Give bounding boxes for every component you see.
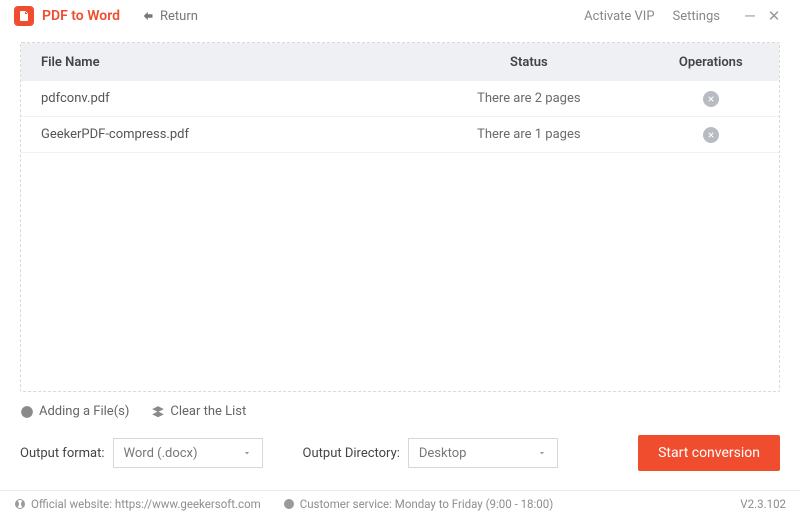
file-status: There are 1 pages — [415, 127, 642, 142]
chevron-down-icon — [242, 448, 252, 458]
close-button[interactable]: ✕ — [762, 7, 786, 25]
settings-link[interactable]: Settings — [673, 9, 720, 24]
file-status: There are 2 pages — [415, 91, 642, 106]
file-name: pdfconv.pdf — [21, 91, 415, 106]
activate-vip-link[interactable]: Activate VIP — [584, 9, 654, 24]
version-label: V2.3.102 — [740, 497, 786, 511]
app-logo-icon — [14, 6, 34, 26]
add-file-button[interactable]: Adding a File(s) — [20, 404, 129, 419]
file-name: GeekerPDF-compress.pdf — [21, 127, 415, 142]
globe-icon — [14, 498, 26, 510]
delete-row-button[interactable] — [703, 127, 719, 143]
app-title: PDF to Word — [42, 8, 120, 24]
chevron-down-icon — [537, 448, 547, 458]
output-dir-value: Desktop — [419, 446, 467, 461]
output-format-value: Word (.docx) — [124, 446, 198, 461]
return-icon — [142, 9, 156, 23]
table-row: GeekerPDF-compress.pdfThere are 1 pages — [21, 117, 779, 153]
add-file-label: Adding a File(s) — [39, 404, 129, 419]
output-format-select[interactable]: Word (.docx) — [113, 438, 263, 468]
header-file: File Name — [21, 55, 415, 70]
close-icon — [707, 131, 715, 139]
file-panel: File Name Status Operations pdfconv.pdfT… — [20, 42, 780, 392]
table-header: File Name Status Operations — [21, 43, 779, 81]
output-format-label: Output format: — [20, 446, 105, 461]
header-operations: Operations — [643, 55, 779, 70]
header-status: Status — [415, 55, 642, 70]
clear-list-button[interactable]: Clear the List — [151, 404, 246, 419]
return-label: Return — [160, 9, 198, 24]
return-button[interactable]: Return — [142, 9, 198, 24]
close-icon — [707, 95, 715, 103]
clock-icon — [283, 498, 295, 510]
official-website[interactable]: Official website: https://www.geekersoft… — [14, 497, 261, 511]
customer-service: Customer service: Monday to Friday (9:00… — [283, 497, 554, 511]
table-row: pdfconv.pdfThere are 2 pages — [21, 81, 779, 117]
delete-row-button[interactable] — [703, 91, 719, 107]
start-conversion-button[interactable]: Start conversion — [638, 435, 780, 471]
clear-icon — [151, 405, 165, 419]
clear-list-label: Clear the List — [170, 404, 246, 419]
minimize-button[interactable]: — — [738, 7, 762, 25]
output-dir-select[interactable]: Desktop — [408, 438, 558, 468]
output-dir-label: Output Directory: — [303, 446, 400, 461]
add-icon — [20, 405, 34, 419]
